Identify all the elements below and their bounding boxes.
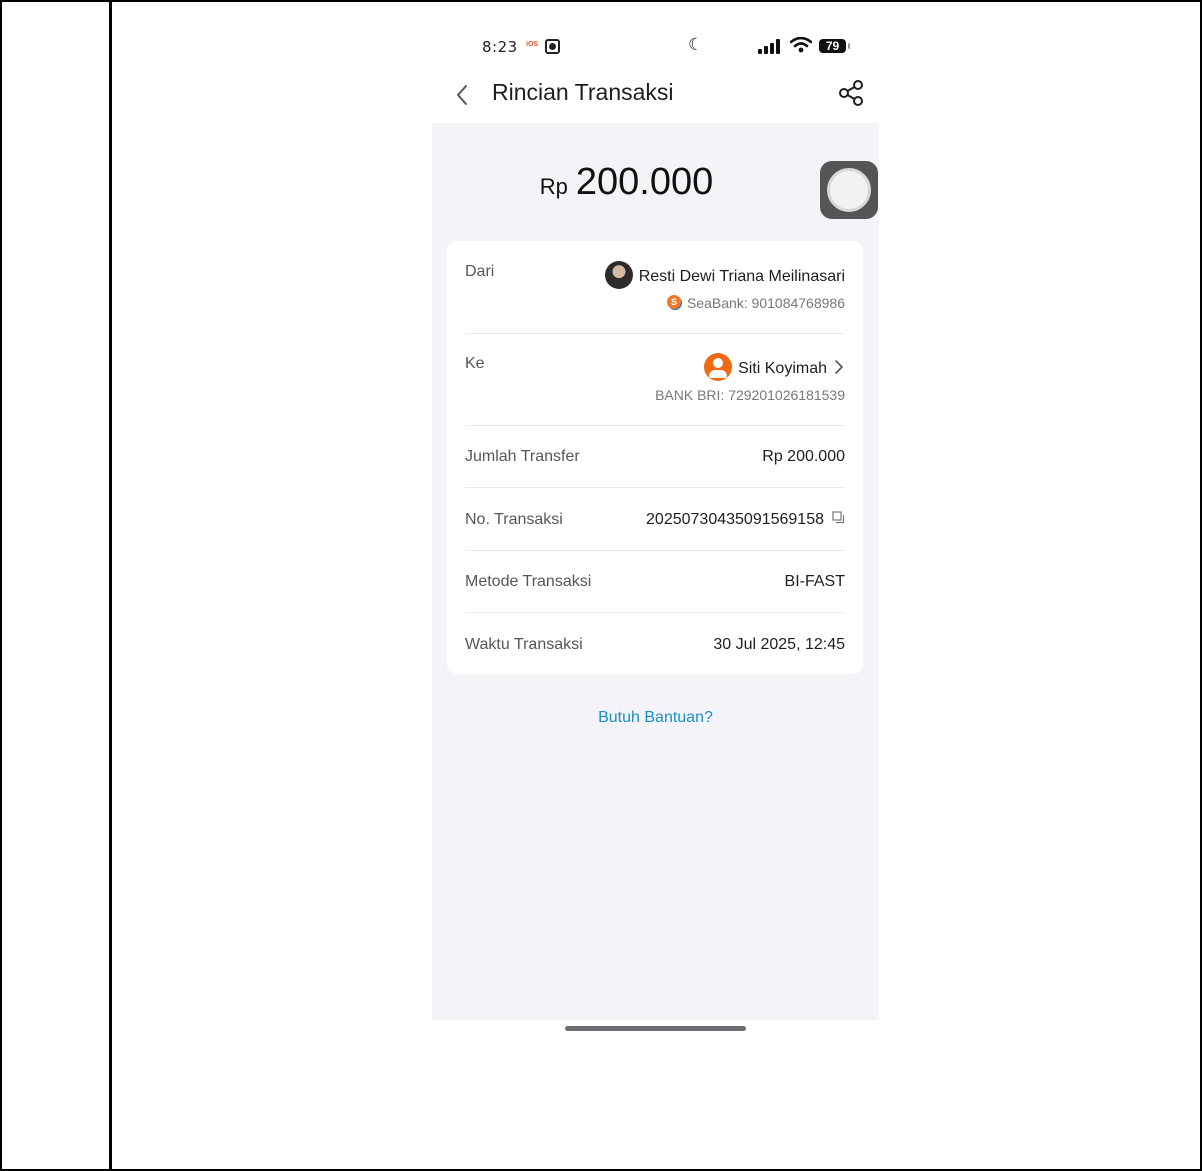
transfer-amount-value: Rp 200.000 xyxy=(762,448,845,465)
amount-display: Rp 200.000 xyxy=(432,161,879,204)
moon-icon: ☾ xyxy=(688,35,704,54)
method-label: Metode Transaksi xyxy=(465,573,592,590)
row-method: Metode Transaksi BI-FAST xyxy=(465,573,845,597)
transaction-no-label: No. Transaksi xyxy=(465,511,563,528)
row-time: Waktu Transaksi 30 Jul 2025, 12:45 xyxy=(465,636,845,660)
assistive-touch-button[interactable] xyxy=(820,161,878,219)
home-indicator[interactable] xyxy=(565,1026,746,1031)
content-area: Rp 200.000 Dari Resti Dewi Triana Meilina… xyxy=(432,123,879,1020)
battery-icon: 79 xyxy=(819,39,850,53)
recipient-account: BANK BRI: 729201026181539 xyxy=(655,387,845,403)
status-time: 8:23 xyxy=(482,38,518,56)
divider xyxy=(465,425,845,426)
divider-line xyxy=(109,0,112,1171)
divider xyxy=(465,487,845,488)
page-title: Rincian Transaksi xyxy=(492,79,674,105)
transaction-no-value: 20250730435091569158 xyxy=(646,511,845,529)
from-account: S SeaBank: 901084768986 xyxy=(666,295,845,311)
divider xyxy=(465,550,845,551)
transfer-amount-label: Jumlah Transfer xyxy=(465,448,580,465)
transaction-details-card: Dari Resti Dewi Triana Meilinasari S SeaB… xyxy=(447,241,863,674)
to-name[interactable]: Siti Koyimah xyxy=(704,353,845,383)
help-link[interactable]: Butuh Bantuan? xyxy=(432,709,879,727)
time-value: 30 Jul 2025, 12:45 xyxy=(713,636,845,653)
wifi-icon xyxy=(790,37,812,53)
divider xyxy=(465,612,845,613)
recipient-avatar-icon xyxy=(704,353,733,381)
row-to[interactable]: Ke Siti Koyimah BANK BRI: 72920102618153… xyxy=(465,353,845,425)
from-name: Resti Dewi Triana Meilinasari xyxy=(604,261,845,291)
transaction-no-text: 20250730435091569158 xyxy=(646,511,824,528)
signal-icon xyxy=(758,39,782,54)
amount-currency: Rp xyxy=(539,174,568,199)
sender-account: SeaBank: 901084768986 xyxy=(686,295,845,311)
seabank-icon: S xyxy=(666,295,681,310)
share-icon[interactable] xyxy=(837,79,865,107)
row-from: Dari Resti Dewi Triana Meilinasari S SeaB… xyxy=(465,261,845,333)
copy-icon[interactable] xyxy=(832,511,845,524)
divider xyxy=(465,333,845,334)
row-transaction-no: No. Transaksi 20250730435091569158 xyxy=(465,511,845,535)
recipient-name: Siti Koyimah xyxy=(738,360,827,378)
status-bar: 8:23 iOS ☾ 79 xyxy=(432,20,879,70)
sender-name: Resti Dewi Triana Meilinasari xyxy=(638,268,845,286)
to-label: Ke xyxy=(465,355,485,372)
from-label: Dari xyxy=(465,263,495,280)
time-label: Waktu Transaksi xyxy=(465,636,583,653)
amount-value: 200.000 xyxy=(575,161,714,203)
sender-avatar xyxy=(604,261,633,289)
chevron-left-icon[interactable] xyxy=(450,80,474,110)
app-indicator-icon xyxy=(545,39,560,54)
method-value: BI-FAST xyxy=(784,573,845,590)
chevron-right-icon[interactable] xyxy=(833,358,845,376)
app-header: Rincian Transaksi xyxy=(432,72,879,122)
row-transfer-amount: Jumlah Transfer Rp 200.000 xyxy=(465,448,845,472)
ios-badge: iOS xyxy=(526,41,539,48)
phone-screen: 8:23 iOS ☾ 79 Rincian Transaksi Rp 200.0… xyxy=(432,20,879,1020)
